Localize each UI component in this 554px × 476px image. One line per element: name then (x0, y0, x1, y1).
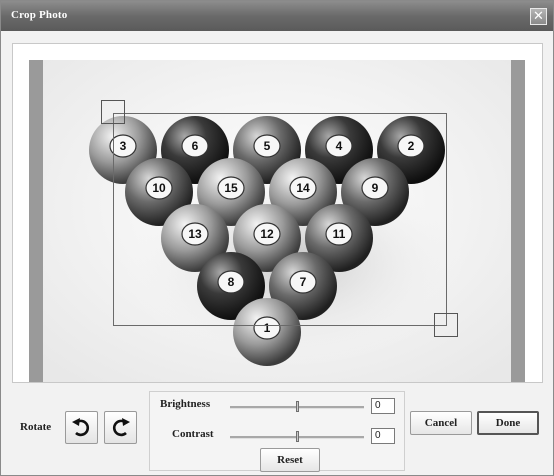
contrast-slider-thumb[interactable] (296, 431, 299, 442)
crop-handle-top-left[interactable] (101, 100, 125, 124)
controls-area: Rotate Brightness 0 Contrast 0 Reset Can… (1, 385, 553, 475)
brightness-slider-thumb[interactable] (296, 401, 299, 412)
brightness-value-field[interactable]: 0 (371, 398, 395, 414)
crop-handle-bottom-right[interactable] (434, 313, 458, 337)
brightness-slider[interactable] (230, 400, 364, 414)
rotate-label: Rotate (20, 421, 52, 433)
close-button[interactable]: ✕ (530, 8, 547, 25)
crop-photo-dialog: Crop Photo ✕ 3 6 5 4 2 10 15 14 9 13 12 … (0, 0, 554, 476)
rotate-left-button[interactable] (65, 411, 98, 444)
reset-button[interactable]: Reset (260, 448, 320, 472)
contrast-slider[interactable] (230, 430, 364, 444)
contrast-value-field[interactable]: 0 (371, 428, 395, 444)
cancel-button[interactable]: Cancel (410, 411, 472, 435)
left-margin-bar (29, 60, 43, 382)
photo-viewer: 3 6 5 4 2 10 15 14 9 13 12 11 8 7 1 (12, 43, 543, 383)
brightness-label: Brightness (160, 398, 211, 410)
crop-rectangle[interactable] (113, 113, 447, 326)
adjustments-panel: Brightness 0 Contrast 0 Reset (149, 391, 405, 472)
rotate-left-icon (72, 418, 90, 437)
title-bar[interactable]: Crop Photo ✕ (1, 1, 553, 31)
rotate-right-icon (112, 418, 130, 437)
done-button[interactable]: Done (477, 411, 539, 435)
right-margin-bar (511, 60, 525, 382)
contrast-label: Contrast (172, 428, 214, 440)
window-title: Crop Photo (11, 9, 68, 21)
rotate-right-button[interactable] (104, 411, 137, 444)
